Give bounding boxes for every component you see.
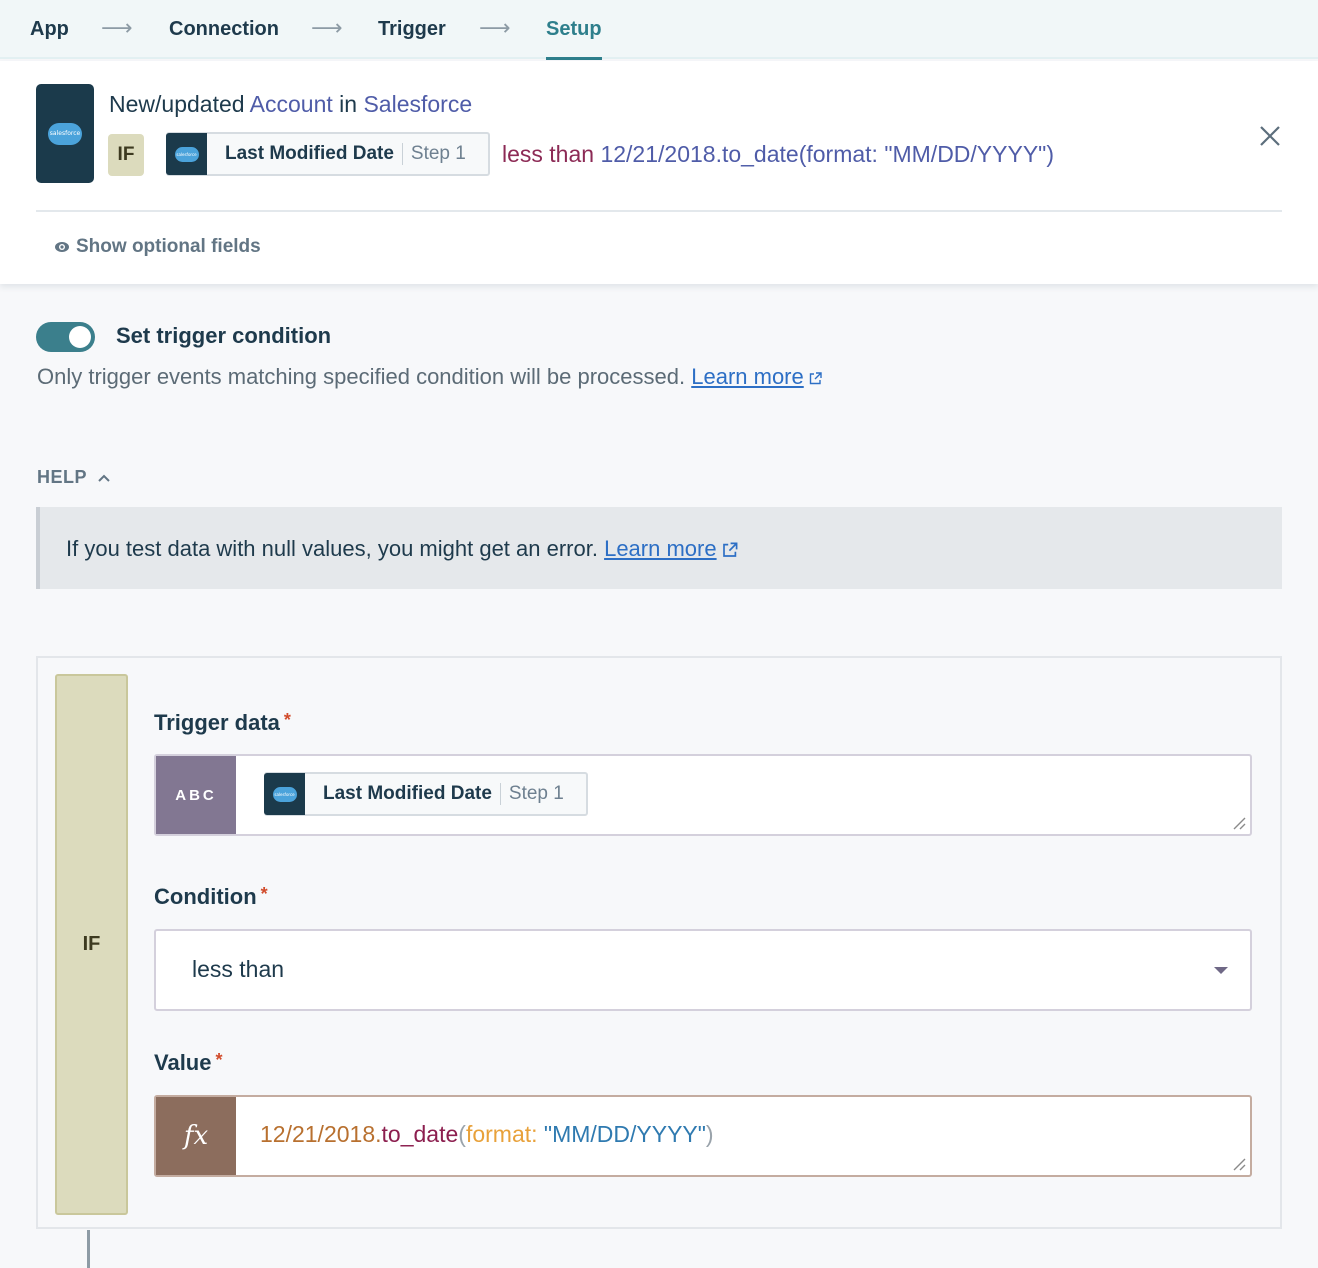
if-rail-label: IF (82, 933, 101, 955)
if-condition-block: IF Trigger data * ABC salesforce Last Mod… (36, 656, 1282, 1229)
trigger-data-label-text: Trigger data (154, 710, 280, 735)
datapill-last-modified-date[interactable]: salesforce Last Modified Date Step 1 (264, 772, 588, 816)
arrow-right-icon: ⟶ (101, 15, 133, 40)
pill-step: Step 1 (410, 143, 466, 164)
salesforce-logo-icon: salesforce (174, 146, 199, 162)
trigger-condition-description: Only trigger events matching specified c… (37, 364, 823, 390)
formula-open-paren: ( (458, 1121, 466, 1147)
step-connector-line (87, 1230, 90, 1268)
resize-handle-icon[interactable] (1232, 1157, 1246, 1171)
toggle-knob (69, 326, 91, 348)
trigger-data-input[interactable]: ABC salesforce Last Modified Date Step 1 (154, 754, 1252, 836)
help-toggle[interactable]: HELP (37, 467, 111, 488)
show-optional-fields-button[interactable]: Show optional fields (54, 236, 261, 258)
required-mark: * (215, 1050, 223, 1070)
step-connection[interactable]: Connection (169, 0, 279, 59)
step-trigger-label: Trigger (378, 18, 446, 40)
title-mid: in (339, 91, 358, 117)
condition-select[interactable]: less than (154, 929, 1252, 1011)
string-type-tag: ABC (156, 756, 236, 834)
value-label: Value * (154, 1050, 223, 1076)
datapill-last-modified-date: salesforce Last Modified Date Step 1 (166, 132, 490, 176)
help-text: If you test data with null values, you m… (66, 536, 739, 562)
formula-number: 12/21/2018 (260, 1121, 376, 1147)
resize-handle-icon[interactable] (1232, 816, 1246, 830)
condition-label: Condition * (154, 884, 268, 910)
caret-down-icon (1214, 967, 1228, 974)
external-link-icon (809, 371, 822, 384)
arrow-right-icon: ⟶ (311, 15, 343, 40)
help-message: If you test data with null values, you m… (66, 536, 598, 561)
formula-key: format: (465, 1121, 538, 1147)
pill-divider (499, 783, 501, 805)
salesforce-icon: salesforce (264, 773, 305, 815)
divider (36, 210, 1282, 212)
formula-close-paren: ) (705, 1121, 714, 1147)
trigger-title: New/updated Account in Salesforce (109, 91, 472, 118)
trigger-summary: salesforce New/updated Account in Salesf… (0, 61, 1318, 284)
trigger-condition-toggle[interactable] (36, 322, 95, 352)
salesforce-icon: salesforce (166, 133, 207, 175)
required-mark: * (283, 710, 291, 730)
title-prefix: New/updated (109, 91, 245, 117)
step-connection-label: Connection (169, 18, 279, 40)
setup-stepper: App ⟶ Connection ⟶ Trigger ⟶ Setup (0, 0, 1318, 60)
show-optional-fields-label: Show optional fields (76, 236, 261, 257)
chevron-up-icon (98, 474, 110, 482)
pill-divider (401, 143, 403, 165)
trigger-data-label: Trigger data * (154, 710, 291, 736)
condition-value: 12/21/2018.to_date(format: "MM/DD/YYYY") (600, 141, 1054, 167)
salesforce-app-icon: salesforce (36, 84, 94, 183)
if-badge: IF (108, 134, 144, 176)
salesforce-logo-icon: salesforce (272, 786, 297, 802)
trigger-condition-label: Set trigger condition (116, 323, 332, 348)
help-learn-more-link[interactable]: Learn more (604, 536, 717, 561)
step-app-label: App (30, 18, 69, 40)
description-text: Only trigger events matching specified c… (37, 364, 686, 389)
step-app[interactable]: App (30, 0, 69, 59)
title-object: Account (249, 91, 333, 117)
step-trigger[interactable]: Trigger (378, 0, 446, 59)
step-setup-label: Setup (546, 18, 602, 40)
condition-selected-value: less than (192, 956, 285, 982)
formula-mode-tag[interactable]: fx (156, 1097, 236, 1175)
condition-operator: less than (502, 141, 595, 167)
pill-step: Step 1 (508, 783, 564, 804)
help-panel: If you test data with null values, you m… (36, 507, 1282, 589)
close-button[interactable] (1254, 120, 1286, 152)
eye-icon (55, 242, 69, 252)
arrow-right-icon: ⟶ (479, 15, 511, 40)
help-label: HELP (37, 467, 88, 487)
formula-string: "MM/DD/YYYY" (537, 1121, 706, 1147)
formula-method: to_date (381, 1121, 459, 1147)
step-setup[interactable]: Setup (546, 0, 602, 60)
salesforce-logo-icon: salesforce (48, 122, 82, 145)
pill-label: Last Modified Date (323, 783, 492, 804)
learn-more-link[interactable]: Learn more (691, 364, 804, 389)
close-icon (1260, 126, 1280, 146)
pill-label: Last Modified Date (225, 143, 394, 164)
title-app: Salesforce (363, 91, 473, 117)
external-link-icon (722, 542, 738, 558)
if-rail: IF (55, 674, 128, 1215)
value-label-text: Value (154, 1050, 212, 1075)
required-mark: * (260, 884, 268, 904)
condition-summary: less than 12/21/2018.to_date(format: "MM… (502, 141, 1054, 168)
formula-text: 12/21/2018.to_date(format: "MM/DD/YYYY") (260, 1121, 714, 1148)
condition-label-text: Condition (154, 884, 257, 909)
value-formula-input[interactable]: fx 12/21/2018.to_date(format: "MM/DD/YYY… (154, 1095, 1252, 1177)
